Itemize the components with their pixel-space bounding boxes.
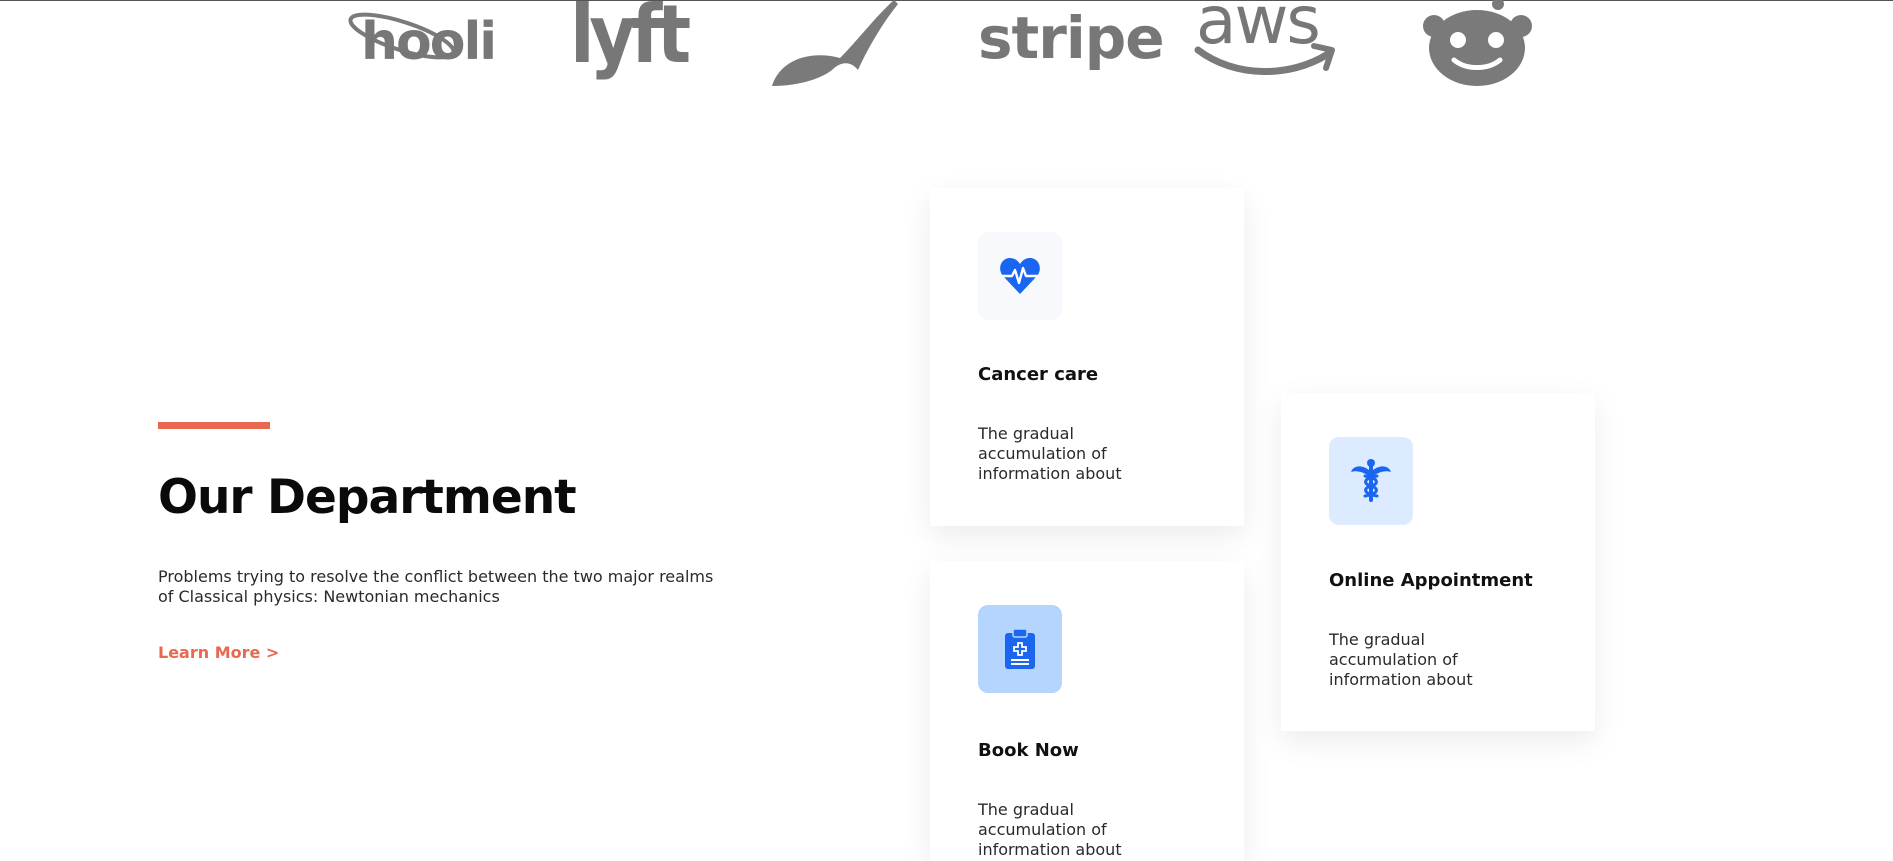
- caduceus-icon: [1351, 459, 1391, 502]
- card-title: Book Now: [978, 740, 1079, 761]
- lyft-logo-text: lyft: [570, 0, 691, 81]
- aws-smile-arrow-icon: [1194, 43, 1335, 75]
- section-description: Problems trying to resolve the conflict …: [158, 567, 714, 606]
- stripe-logo-text: stripe: [978, 4, 1165, 72]
- lyft-logo: lyft: [570, 0, 695, 81]
- hooli-logo-text: hooli: [361, 12, 497, 72]
- heart-pulse-icon: [1000, 258, 1040, 294]
- learn-more-link[interactable]: Learn More >: [158, 643, 279, 662]
- card-text: The gradual accumulation of information …: [1329, 630, 1473, 689]
- card-icon-box: [978, 605, 1062, 693]
- clipboard-medical-icon: [1005, 628, 1035, 669]
- hooli-logo: hooli: [347, 6, 497, 72]
- card-text: The gradual accumulation of information …: [978, 800, 1122, 859]
- stripe-logo: stripe: [978, 4, 1165, 72]
- card-icon-box: [978, 232, 1062, 320]
- robinhood-feather-icon: [770, 0, 900, 90]
- department-card-online-appointment[interactable]: Online Appointment The gradual accumulat…: [1281, 393, 1595, 731]
- card-text: The gradual accumulation of information …: [978, 424, 1122, 483]
- card-title: Online Appointment: [1329, 570, 1533, 591]
- section-title: Our Department: [158, 470, 577, 525]
- section-accent-bar: [158, 422, 270, 429]
- department-card-book-now[interactable]: Book Now The gradual accumulation of inf…: [930, 561, 1244, 861]
- top-divider: [0, 0, 1893, 1]
- department-card-cancer-care[interactable]: Cancer care The gradual accumulation of …: [930, 188, 1244, 526]
- aws-logo: aws: [1190, 0, 1340, 82]
- card-icon-box: [1329, 437, 1413, 525]
- card-title: Cancer care: [978, 364, 1099, 385]
- reddit-alien-icon: [1420, 0, 1535, 90]
